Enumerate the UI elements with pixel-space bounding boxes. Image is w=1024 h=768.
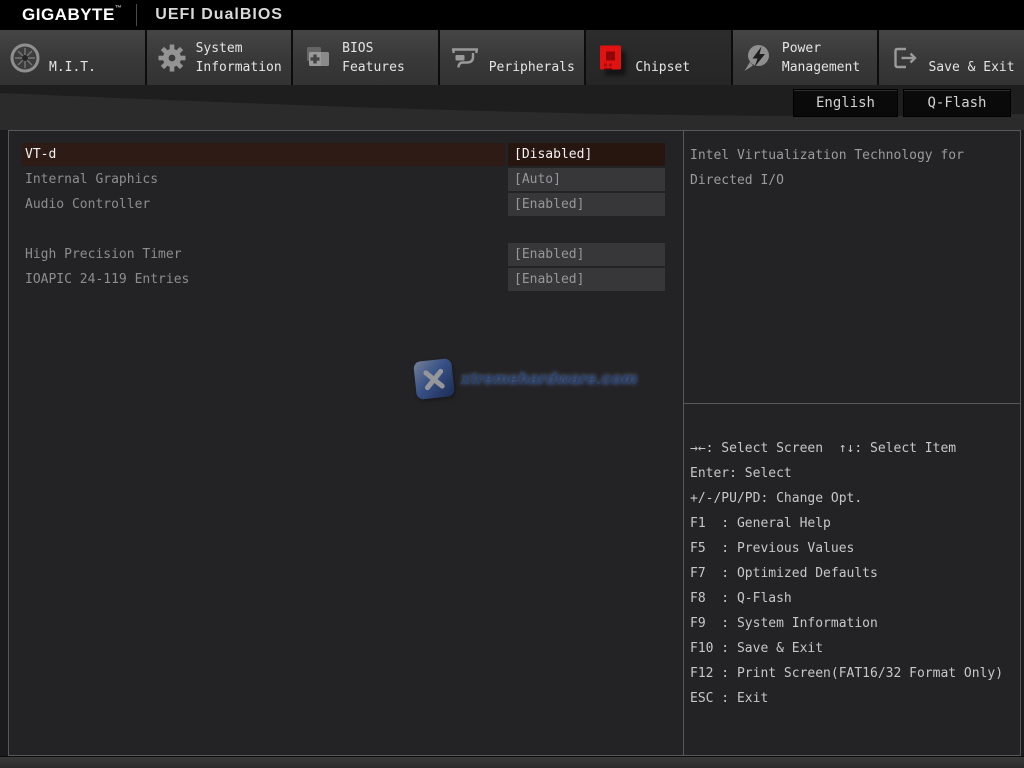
setting-value[interactable]: [Enabled] bbox=[508, 193, 665, 216]
legend-line: F12 : Print Screen(FAT16/32 Format Only) bbox=[690, 661, 1016, 686]
tab-label: Save & Exit bbox=[928, 39, 1014, 77]
help-panel: Intel Virtualization Technology for Dire… bbox=[683, 131, 1020, 755]
tab-label: BIOSFeatures bbox=[342, 39, 405, 77]
setting-value[interactable]: [Enabled] bbox=[508, 268, 665, 291]
help-line: Intel Virtualization Technology for bbox=[690, 143, 1012, 168]
legend-line: Enter: Select bbox=[690, 461, 1016, 486]
item-help-text: Intel Virtualization Technology for Dire… bbox=[684, 131, 1020, 404]
top-bar: GIGABYTE™ UEFI DualBIOS bbox=[0, 0, 1024, 30]
setting-row-vtd[interactable]: VT-d [Disabled] bbox=[22, 143, 665, 166]
setting-row-internal-graphics[interactable]: Internal Graphics [Auto] bbox=[22, 168, 665, 191]
setting-row-audio-controller[interactable]: Audio Controller [Enabled] bbox=[22, 193, 665, 216]
peripherals-icon bbox=[450, 43, 480, 73]
key-legend: →←: Select Screen ↑↓: Select Item Enter:… bbox=[684, 404, 1020, 755]
gauge-icon bbox=[10, 43, 40, 73]
bios-plus-icon bbox=[303, 43, 333, 73]
language-button[interactable]: English bbox=[793, 89, 898, 117]
setting-label: IOAPIC 24-119 Entries bbox=[22, 268, 505, 291]
help-line: Directed I/O bbox=[690, 168, 1012, 193]
settings-panel: VT-d [Disabled] Internal Graphics [Auto]… bbox=[9, 131, 683, 755]
setting-row-high-precision-timer[interactable]: High Precision Timer [Enabled] bbox=[22, 243, 665, 266]
row-spacer bbox=[22, 218, 665, 243]
gigabyte-logo: GIGABYTE™ bbox=[22, 5, 122, 25]
legend-line: F7 : Optimized Defaults bbox=[690, 561, 1016, 586]
setting-value[interactable]: [Enabled] bbox=[508, 243, 665, 266]
legend-line: +/-/PU/PD: Change Opt. bbox=[690, 486, 1016, 511]
setting-label: Internal Graphics bbox=[22, 168, 505, 191]
tab-chipset[interactable]: Chipset bbox=[586, 30, 731, 85]
page-title: UEFI DualBIOS bbox=[155, 6, 283, 24]
brand-text: GIGABYTE bbox=[22, 5, 115, 24]
tab-system-information[interactable]: SystemInformation bbox=[147, 30, 292, 85]
trademark-symbol: ™ bbox=[115, 5, 123, 12]
setting-label: VT-d bbox=[22, 143, 505, 166]
legend-line: ESC : Exit bbox=[690, 686, 1016, 711]
lightning-icon bbox=[743, 43, 773, 73]
header-divider bbox=[136, 4, 137, 26]
setting-row-ioapic[interactable]: IOAPIC 24-119 Entries [Enabled] bbox=[22, 268, 665, 291]
setting-label: Audio Controller bbox=[22, 193, 505, 216]
setting-value[interactable]: [Disabled] bbox=[508, 143, 665, 166]
tab-power-management[interactable]: PowerManagement bbox=[733, 30, 878, 85]
decor-band: English Q-Flash bbox=[0, 85, 1024, 130]
legend-line: F5 : Previous Values bbox=[690, 536, 1016, 561]
legend-line: F9 : System Information bbox=[690, 611, 1016, 636]
chipset-icon bbox=[596, 43, 626, 73]
content-panels: VT-d [Disabled] Internal Graphics [Auto]… bbox=[8, 130, 1021, 756]
tab-label: PowerManagement bbox=[782, 39, 860, 77]
qflash-button[interactable]: Q-Flash bbox=[903, 89, 1011, 117]
setting-label: High Precision Timer bbox=[22, 243, 505, 266]
tab-label: SystemInformation bbox=[196, 39, 282, 77]
legend-line: F1 : General Help bbox=[690, 511, 1016, 536]
legend-line: F8 : Q-Flash bbox=[690, 586, 1016, 611]
tab-bar: M.I.T. SystemInformation bbox=[0, 30, 1024, 85]
gear-icon bbox=[157, 43, 187, 73]
tab-save-exit[interactable]: Save & Exit bbox=[879, 30, 1024, 85]
tab-bios-features[interactable]: BIOSFeatures bbox=[293, 30, 438, 85]
legend-line: F10 : Save & Exit bbox=[690, 636, 1016, 661]
setting-value[interactable]: [Auto] bbox=[508, 168, 665, 191]
tab-mit[interactable]: M.I.T. bbox=[0, 30, 145, 85]
tab-label: Peripherals bbox=[489, 39, 575, 77]
tab-label: Chipset bbox=[635, 39, 690, 77]
tab-label: M.I.T. bbox=[49, 39, 96, 77]
tab-peripherals[interactable]: Peripherals bbox=[440, 30, 585, 85]
exit-door-icon bbox=[889, 43, 919, 73]
bottom-strip bbox=[0, 756, 1024, 768]
legend-line: →←: Select Screen ↑↓: Select Item bbox=[690, 436, 1016, 461]
